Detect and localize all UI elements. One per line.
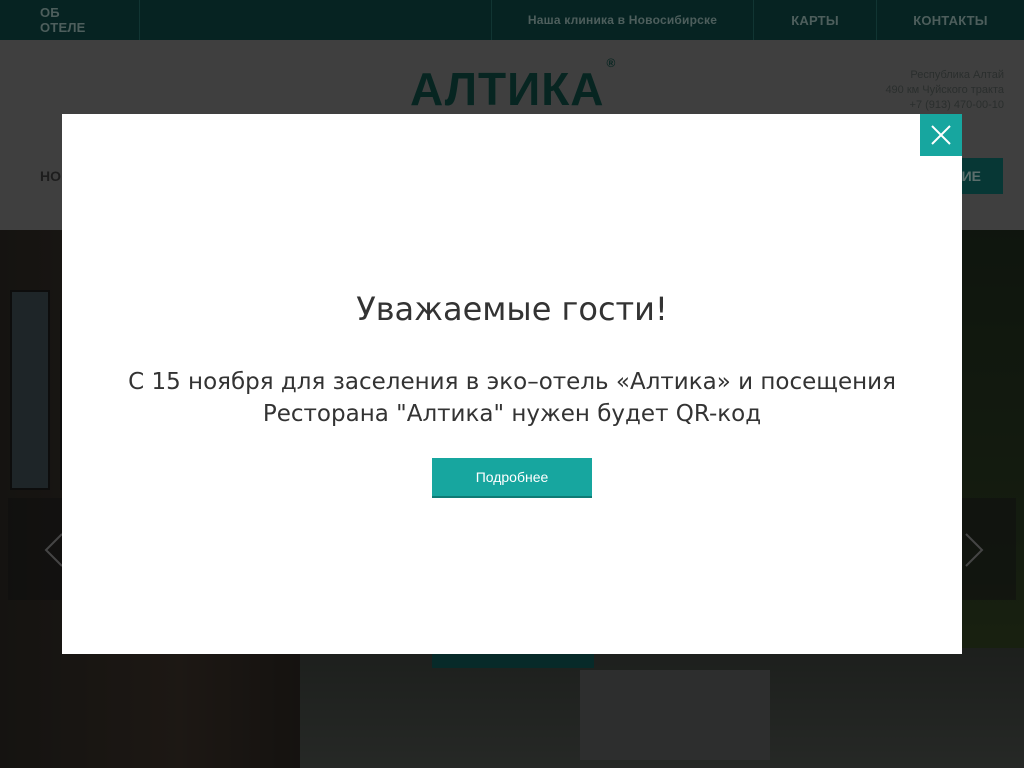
announcement-modal: Уважаемые гости! С 15 ноября для заселен… [62, 114, 962, 654]
modal-title: Уважаемые гости! [356, 290, 668, 328]
close-icon [931, 125, 951, 145]
modal-message: С 15 ноября для заселения в эко–отель «А… [128, 369, 896, 427]
more-info-button[interactable]: Подробнее [432, 458, 592, 498]
modal-close-button[interactable] [920, 114, 962, 156]
